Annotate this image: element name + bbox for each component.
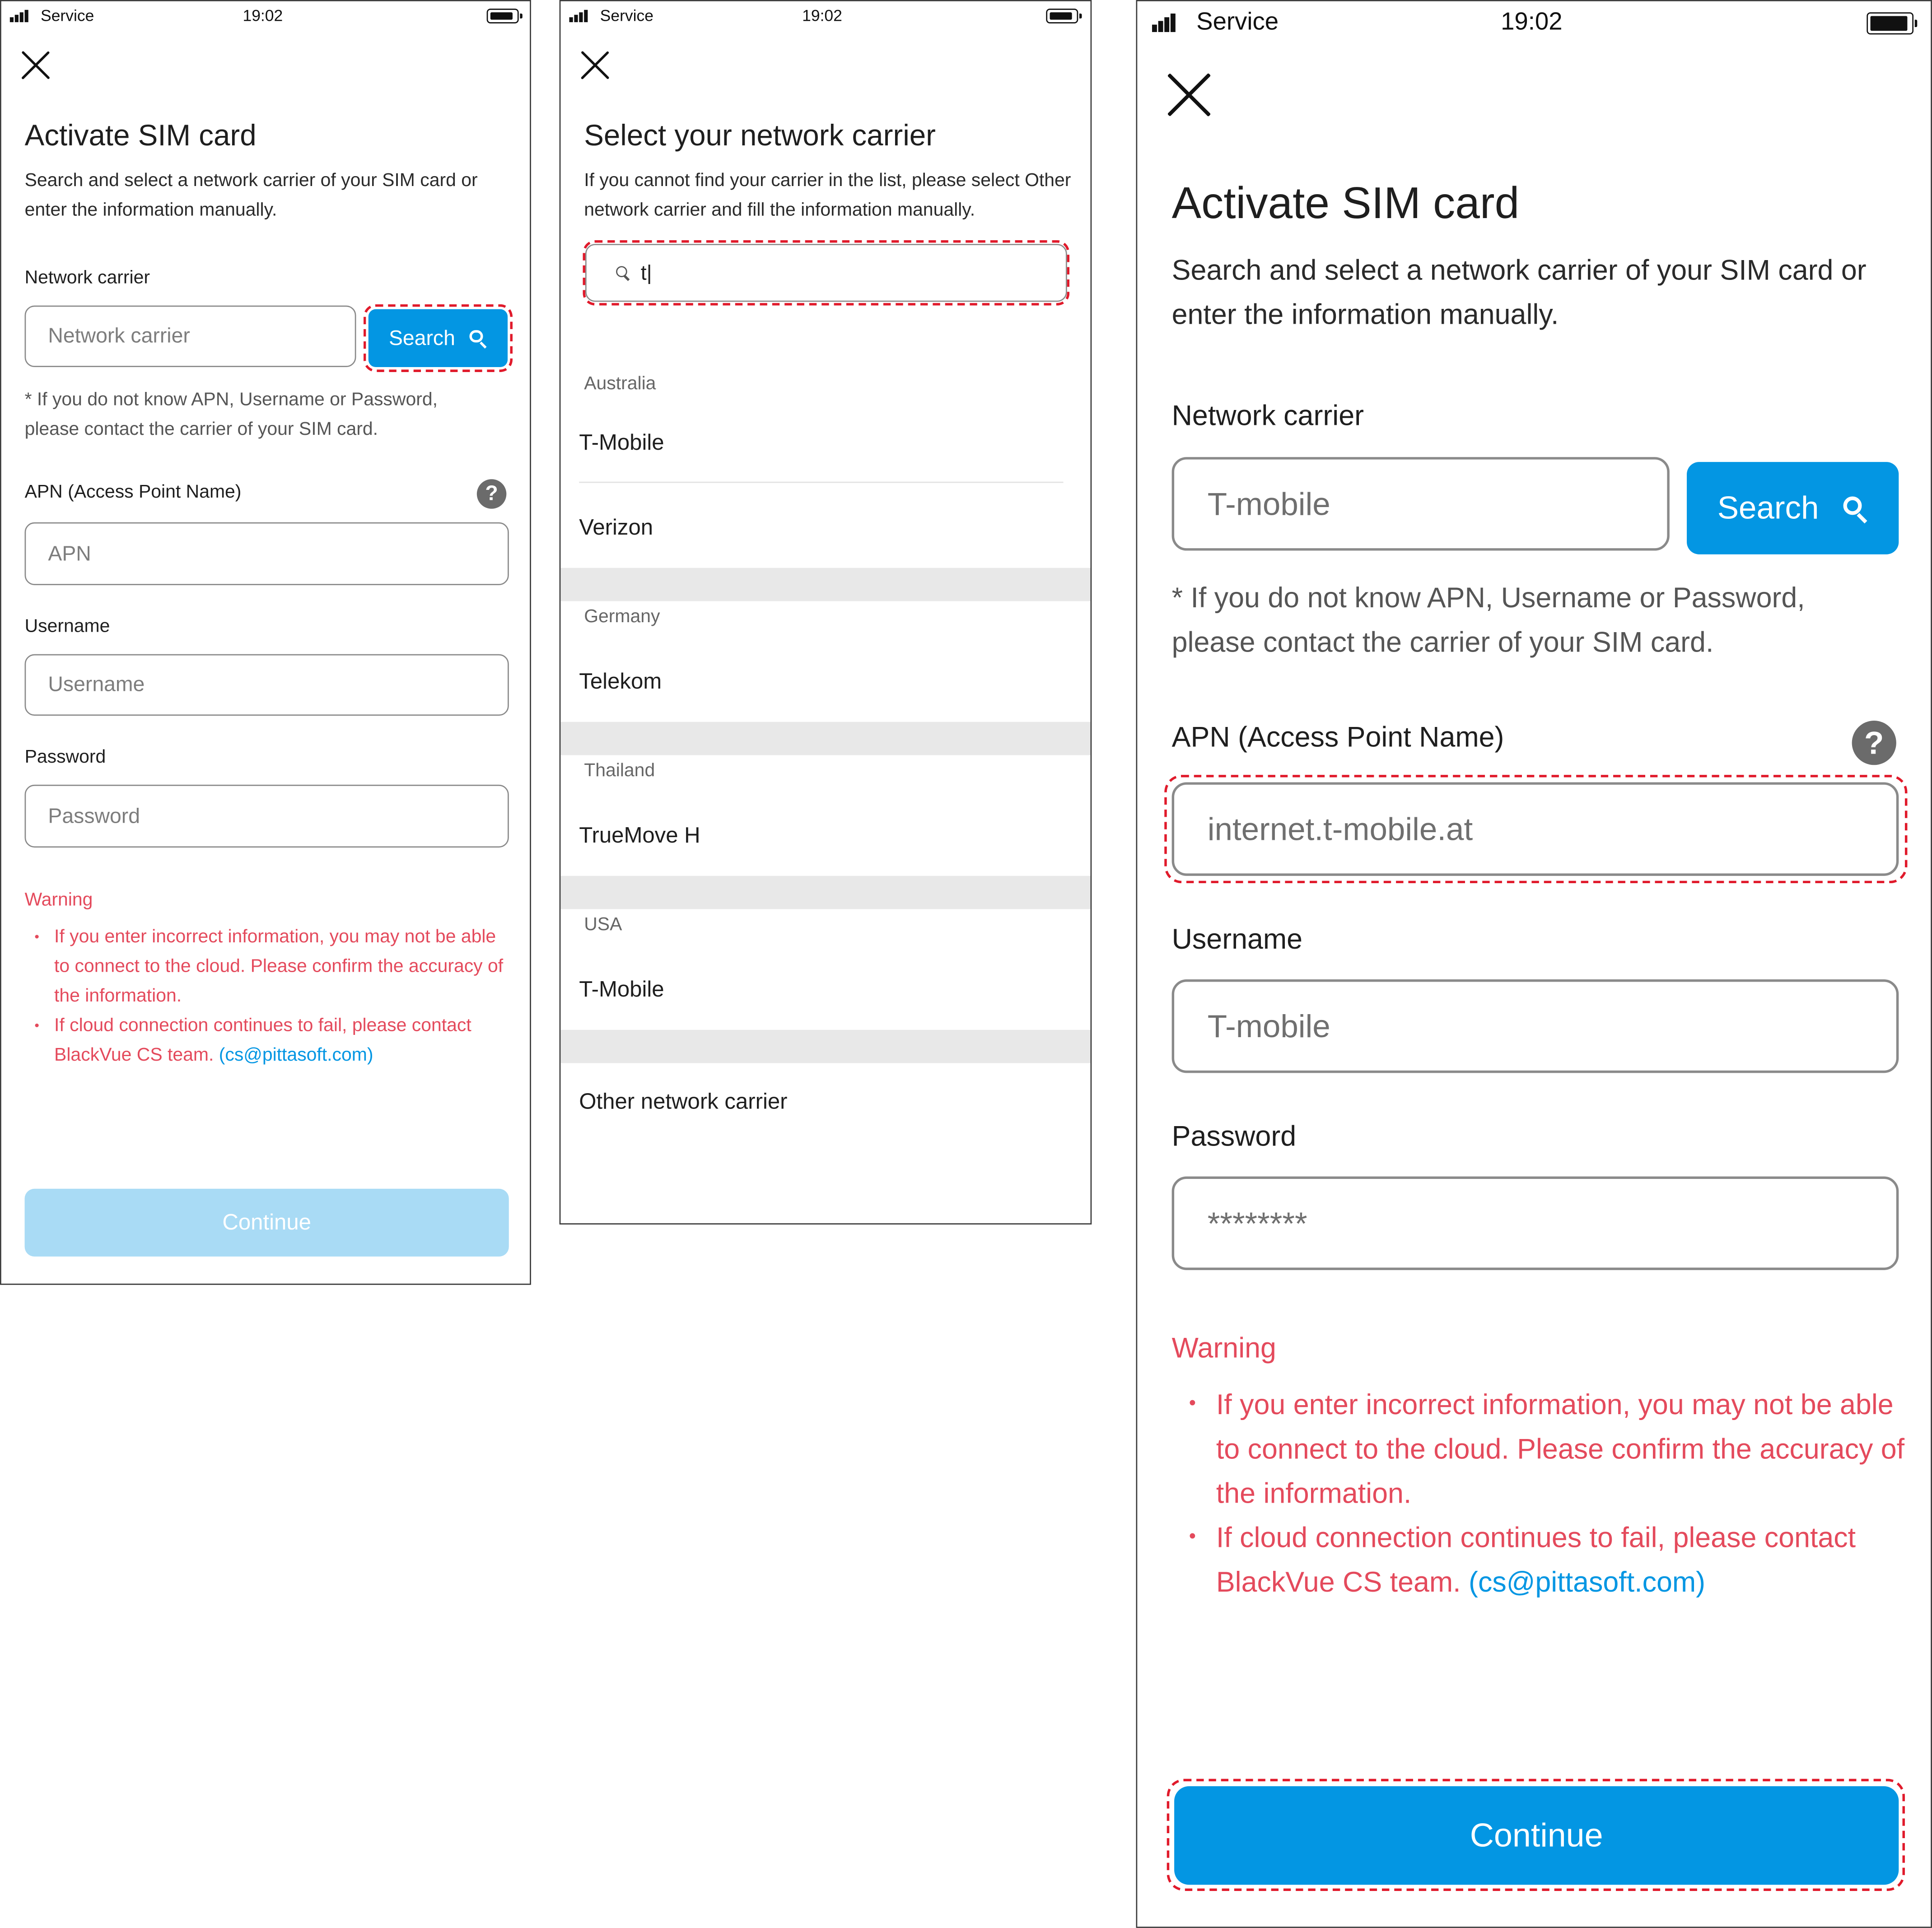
- page-title: Activate SIM card: [24, 119, 257, 153]
- apn-label: APN (Access Point Name): [24, 481, 242, 503]
- warning-title: Warning: [24, 889, 93, 911]
- apn-label: APN (Access Point Name): [1171, 721, 1504, 753]
- country-header: Germany: [584, 606, 660, 627]
- username-input[interactable]: Username: [24, 654, 509, 716]
- warning-item: • If cloud connection continues to fail,…: [1189, 1521, 1856, 1598]
- status-time: 19:02: [802, 6, 842, 25]
- help-glyph: ?: [485, 481, 498, 505]
- continue-label: Continue: [1470, 1816, 1603, 1853]
- search-icon: [470, 329, 487, 347]
- page-title: Activate SIM card: [1171, 177, 1520, 228]
- status-carrier: Service: [1196, 9, 1279, 36]
- battery-icon: [1867, 12, 1918, 35]
- page-description: Search and select a network carrier of y…: [24, 170, 478, 221]
- status-time: 19:02: [243, 6, 283, 25]
- username-value: T-mobile: [1207, 1007, 1330, 1044]
- search-button[interactable]: Search: [368, 309, 508, 368]
- search-icon: [616, 265, 631, 280]
- username-label: Username: [1171, 922, 1303, 955]
- apn-hint: * If you do not know APN, Username or Pa…: [24, 389, 438, 440]
- warning-item: • If cloud connection continues to fail,…: [34, 1015, 471, 1066]
- close-icon[interactable]: [21, 51, 50, 80]
- apn-hint: * If you do not know APN, Username or Pa…: [1171, 581, 1805, 658]
- country-header: Thailand: [584, 760, 655, 781]
- carrier-search-value: t|: [640, 261, 652, 284]
- apn-placeholder: APN: [48, 541, 91, 565]
- password-input[interactable]: Password: [24, 784, 509, 848]
- carrier-item[interactable]: Telekom: [579, 669, 662, 694]
- close-icon[interactable]: [1167, 73, 1211, 117]
- username-label: Username: [24, 616, 110, 637]
- screen-activate-sim-empty: Service 19:02 Activate SIM card Search a…: [0, 0, 531, 1285]
- warning-list: • If you enter incorrect information, yo…: [1189, 1382, 1912, 1604]
- continue-label: Continue: [222, 1210, 311, 1234]
- username-input[interactable]: T-mobile: [1171, 979, 1899, 1073]
- carrier-item[interactable]: Verizon: [579, 515, 653, 540]
- battery-icon: [486, 9, 523, 23]
- screens-canvas: Service 19:02 Activate SIM card Search a…: [0, 0, 1932, 1928]
- carrier-item[interactable]: T-Mobile: [579, 977, 664, 1003]
- password-placeholder: Password: [48, 804, 140, 828]
- carrier-item[interactable]: T-Mobile: [579, 430, 664, 456]
- support-email-link[interactable]: (cs@pittasoft.com): [1469, 1566, 1705, 1598]
- search-button-label: Search: [1717, 489, 1819, 526]
- network-carrier-label: Network carrier: [1171, 399, 1364, 431]
- help-icon[interactable]: ?: [1852, 721, 1896, 765]
- network-carrier-placeholder: Network carrier: [48, 324, 190, 348]
- signal-icon: [569, 9, 588, 23]
- search-button-label: Search: [388, 326, 455, 349]
- support-email-link[interactable]: (cs@pittasoft.com): [219, 1045, 373, 1066]
- signal-icon: [1152, 14, 1176, 32]
- carrier-item[interactable]: TrueMove H: [579, 823, 700, 849]
- status-time: 19:02: [1501, 9, 1563, 36]
- warning-list: • If you enter incorrect information, yo…: [34, 922, 516, 1070]
- page-title: Select your network carrier: [584, 119, 936, 153]
- page-description: Search and select a network carrier of y…: [1171, 254, 1867, 331]
- username-placeholder: Username: [48, 672, 145, 696]
- password-input[interactable]: ********: [1171, 1176, 1899, 1270]
- list-divider: [579, 481, 1064, 483]
- network-carrier-input[interactable]: T-mobile: [1171, 457, 1670, 551]
- signal-icon: [9, 9, 28, 23]
- continue-button[interactable]: Continue: [1174, 1786, 1899, 1885]
- apn-value: internet.t-mobile.at: [1207, 810, 1473, 847]
- battery-icon: [1046, 9, 1082, 23]
- help-icon[interactable]: ?: [476, 479, 507, 509]
- status-carrier: Service: [600, 6, 653, 25]
- country-header: Australia: [584, 373, 656, 395]
- password-label: Password: [24, 746, 106, 768]
- continue-button[interactable]: Continue: [24, 1188, 509, 1257]
- other-carrier-item[interactable]: Other network carrier: [579, 1089, 787, 1115]
- screen-activate-sim-filled: Service 19:02 Activate SIM card Search a…: [1136, 0, 1932, 1928]
- warning-title: Warning: [1171, 1332, 1276, 1364]
- section-separator: [560, 568, 1091, 601]
- section-separator: [560, 722, 1091, 755]
- carrier-search-input[interactable]: t|: [585, 244, 1067, 302]
- search-button[interactable]: Search: [1687, 462, 1899, 554]
- warning-item: • If you enter incorrect information, yo…: [34, 926, 504, 1007]
- warning-item: • If you enter incorrect information, yo…: [1189, 1388, 1905, 1509]
- warning-text: If you enter incorrect information, you …: [1216, 1388, 1905, 1509]
- network-carrier-input[interactable]: Network carrier: [24, 305, 356, 368]
- password-value: ********: [1207, 1204, 1307, 1241]
- page-description: If you cannot find your carrier in the l…: [584, 170, 1071, 221]
- screen-select-carrier: Service 19:02 Select your network carrie…: [559, 0, 1092, 1225]
- network-carrier-label: Network carrier: [24, 267, 150, 289]
- password-label: Password: [1171, 1120, 1297, 1152]
- search-icon: [1843, 496, 1868, 521]
- warning-text: If you enter incorrect information, you …: [54, 926, 504, 1007]
- country-header: USA: [584, 914, 622, 935]
- help-glyph: ?: [1864, 723, 1884, 761]
- close-icon[interactable]: [580, 51, 610, 80]
- section-separator: [560, 876, 1091, 909]
- status-carrier: Service: [41, 6, 94, 25]
- apn-input[interactable]: internet.t-mobile.at: [1171, 782, 1899, 876]
- network-carrier-value: T-mobile: [1207, 484, 1330, 522]
- apn-input[interactable]: APN: [24, 522, 509, 585]
- section-separator: [560, 1029, 1091, 1063]
